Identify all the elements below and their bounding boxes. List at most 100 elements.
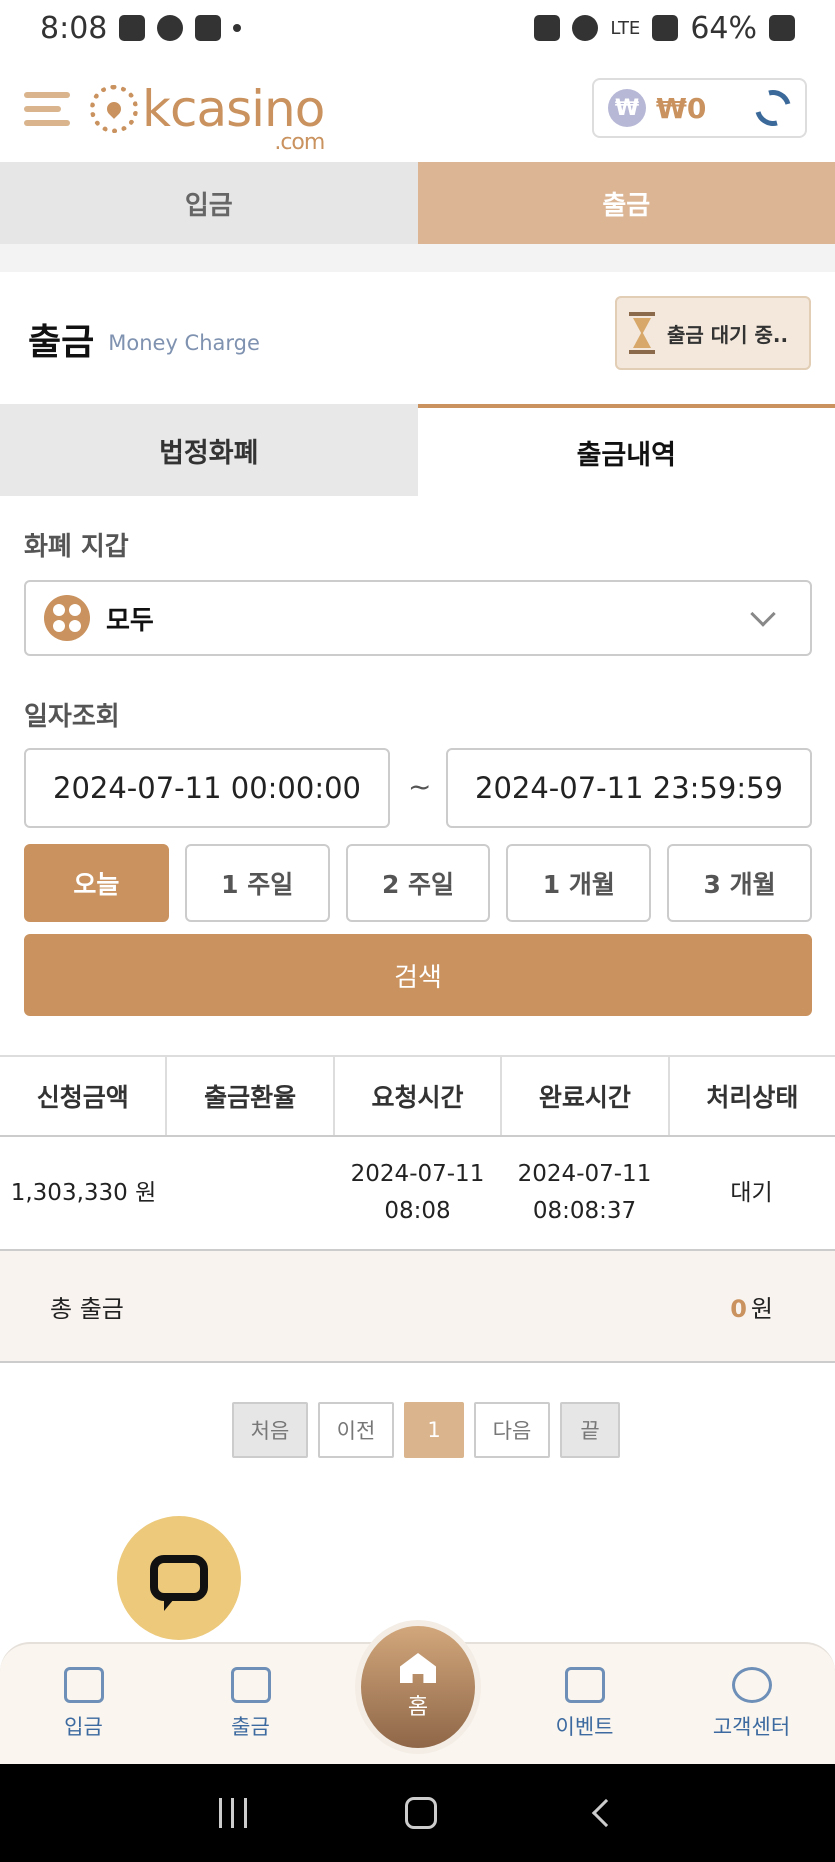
- sim-icon: [534, 15, 561, 41]
- app-header: kcasino .com ₩ ₩0: [0, 56, 835, 162]
- page-title: 출금: [28, 322, 95, 363]
- total-label: 총 출금: [50, 1294, 124, 1323]
- period-today-button[interactable]: 오늘: [24, 844, 169, 922]
- divider: [0, 244, 835, 272]
- col-complete-time: 완료시간: [502, 1057, 670, 1135]
- total-amount: 0 원: [730, 1289, 773, 1324]
- talk-icon: [157, 15, 184, 41]
- col-amount: 신청금액: [0, 1057, 168, 1135]
- network-label: LTE: [610, 17, 641, 39]
- alarm-icon: [572, 15, 599, 41]
- status-right: LTE 64%: [534, 11, 795, 46]
- nav-support-label: 고객센터: [712, 1715, 791, 1739]
- complete-time: 08:08:37: [532, 1198, 637, 1224]
- nav-home-button[interactable]: 홈: [355, 1620, 481, 1754]
- page-last-button[interactable]: 끝: [560, 1402, 620, 1458]
- menu-icon[interactable]: [24, 86, 70, 132]
- tab-withdraw-history[interactable]: 출금내역: [417, 404, 835, 496]
- logo-suffix: .com: [274, 130, 325, 155]
- start-date-input[interactable]: 2024-07-11 00:00:00: [24, 748, 390, 828]
- tab-withdraw[interactable]: 출금: [417, 162, 835, 244]
- request-date: 2024-07-11: [350, 1161, 485, 1188]
- logo-text: kcasino .com: [142, 80, 325, 155]
- sub-tabs: 법정화폐 출금내역: [0, 404, 835, 496]
- recent-apps-icon[interactable]: [219, 1798, 248, 1828]
- total-value: 0: [730, 1294, 747, 1323]
- period-3month-button[interactable]: 3 개월: [667, 844, 812, 922]
- page-first-button[interactable]: 처음: [232, 1402, 308, 1458]
- date-separator: ~: [408, 770, 432, 803]
- notification-dot-icon: [233, 24, 242, 32]
- cell-amount: 1,303,330 원: [10, 1179, 157, 1206]
- period-1month-button[interactable]: 1 개월: [506, 844, 652, 922]
- col-status: 처리상태: [706, 1083, 799, 1112]
- table-row: 1,303,330 원 2024-07-11 08:08 2024-07-11 …: [0, 1137, 835, 1251]
- col-rate: 출금환율: [167, 1057, 335, 1135]
- back-icon[interactable]: [591, 1798, 620, 1828]
- pagination: 처음 이전 1 다음 끝: [232, 1402, 620, 1458]
- pending-withdraw-button[interactable]: 출금 대기 중..: [615, 296, 811, 370]
- section-header: 출금 Money Charge 출금 대기 중..: [0, 272, 835, 406]
- cell-complete-time: 2024-07-11 08:08:37: [501, 1137, 668, 1249]
- wallet-selected-value: 모두: [106, 605, 154, 636]
- request-time: 08:08: [384, 1198, 451, 1224]
- search-button[interactable]: 검색: [24, 934, 812, 1016]
- cell-rate: [167, 1137, 334, 1249]
- col-request-time: 요청시간: [335, 1057, 503, 1135]
- withdraw-history-table: 신청금액 출금환율 요청시간 완료시간 처리상태 1,303,330 원 202…: [0, 1055, 835, 1363]
- status-left: 8:08: [40, 10, 242, 46]
- deposit-icon: [63, 1667, 104, 1703]
- complete-date: 2024-07-11: [517, 1161, 652, 1188]
- system-home-icon[interactable]: [405, 1797, 438, 1829]
- period-2week-button[interactable]: 2 주일: [345, 844, 491, 922]
- page-next-button[interactable]: 다음: [474, 1402, 550, 1458]
- logo-chip-icon: [90, 85, 138, 133]
- total-unit: 원: [750, 1294, 773, 1323]
- headset-icon: [731, 1667, 772, 1703]
- pending-label: 출금 대기 중..: [667, 322, 789, 347]
- signal-icon: [652, 15, 679, 41]
- home-icon: [400, 1653, 436, 1683]
- gallery-icon: [119, 15, 146, 41]
- period-buttons: 오늘 1 주일 2 주일 1 개월 3 개월: [24, 844, 812, 922]
- nav-deposit-label: 입금: [64, 1715, 103, 1739]
- won-coin-icon: ₩: [608, 89, 646, 127]
- balance-amount: ₩0: [656, 91, 707, 125]
- tab-deposit[interactable]: 입금: [0, 162, 418, 244]
- nav-withdraw[interactable]: 출금: [167, 1644, 334, 1764]
- nav-event[interactable]: 이벤트: [501, 1644, 668, 1764]
- cell-request-time: 2024-07-11 08:08: [334, 1137, 501, 1249]
- tab-fiat[interactable]: 법정화폐: [0, 404, 418, 496]
- system-nav-bar: [0, 1764, 835, 1862]
- nav-support[interactable]: 고객센터: [668, 1644, 835, 1764]
- chevron-down-icon: [750, 601, 776, 627]
- withdraw-icon: [230, 1667, 271, 1703]
- chat-icon: [150, 1555, 208, 1611]
- nav-deposit[interactable]: 입금: [0, 1644, 167, 1764]
- battery-percent: 64%: [690, 10, 757, 46]
- nav-home-label: 홈: [407, 1695, 429, 1720]
- chat-button[interactable]: [117, 1516, 241, 1640]
- table-total-row: 총 출금 0 원: [0, 1251, 835, 1363]
- nav-withdraw-label: 출금: [231, 1715, 270, 1739]
- wallet-select[interactable]: 모두: [24, 580, 812, 656]
- nav-event-label: 이벤트: [555, 1715, 614, 1739]
- end-date-input[interactable]: 2024-07-11 23:59:59: [446, 748, 812, 828]
- period-1week-button[interactable]: 1 주일: [184, 844, 330, 922]
- wallet-label: 화폐 지갑: [24, 532, 129, 562]
- date-filter-label: 일자조회: [24, 702, 120, 732]
- clock: 8:08: [40, 10, 108, 46]
- megaphone-icon: [564, 1667, 605, 1703]
- logo[interactable]: kcasino .com: [90, 80, 325, 155]
- page-prev-button[interactable]: 이전: [318, 1402, 394, 1458]
- all-wallets-icon: [44, 595, 90, 641]
- page-subtitle: Money Charge: [108, 331, 260, 355]
- page-current-button[interactable]: 1: [404, 1402, 464, 1458]
- status-bar: 8:08 LTE 64%: [0, 0, 835, 56]
- table-header: 신청금액 출금환율 요청시간 완료시간 처리상태: [0, 1055, 835, 1137]
- battery-icon: [769, 15, 795, 41]
- hourglass-icon: [627, 312, 657, 354]
- app-icon: [195, 15, 222, 41]
- refresh-icon[interactable]: [748, 83, 798, 133]
- main-tabs: 입금 출금: [0, 162, 835, 244]
